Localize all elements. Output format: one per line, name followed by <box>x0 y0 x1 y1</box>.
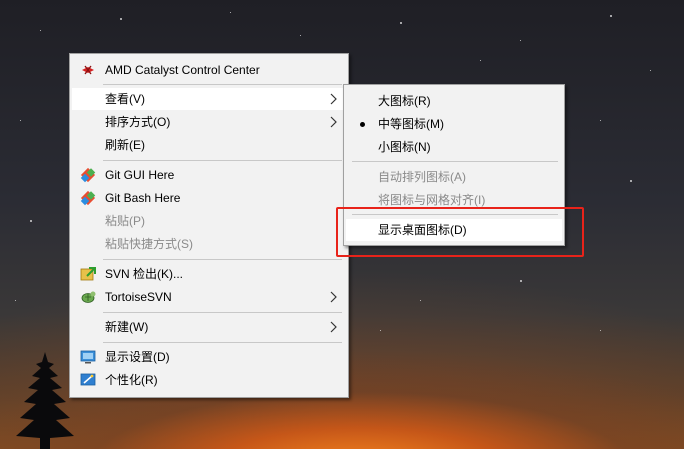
submenu-item-small-icons[interactable]: 小图标(N) <box>346 136 562 158</box>
radio-bullet-icon <box>360 122 365 127</box>
chevron-right-icon <box>330 291 337 303</box>
menu-item-view[interactable]: 查看(V) <box>72 88 346 110</box>
desktop-context-menu: AMD Catalyst Control Center 查看(V) 排序方式(O… <box>69 53 349 398</box>
menu-separator <box>103 312 342 313</box>
menu-separator <box>103 84 342 85</box>
annotation-highlight-box <box>336 207 584 257</box>
menu-item-label: 大图标(R) <box>378 94 431 108</box>
menu-item-paste: 粘贴(P) <box>72 210 346 232</box>
menu-item-display-settings[interactable]: 显示设置(D) <box>72 346 346 368</box>
menu-item-refresh[interactable]: 刷新(E) <box>72 134 346 156</box>
menu-item-label: Git GUI Here <box>105 168 175 182</box>
menu-item-git-bash[interactable]: Git Bash Here <box>72 187 346 209</box>
menu-item-personalize[interactable]: 个性化(R) <box>72 369 346 391</box>
menu-item-label: AMD Catalyst Control Center <box>105 63 260 77</box>
chevron-right-icon <box>330 93 337 105</box>
menu-item-git-gui[interactable]: Git GUI Here <box>72 164 346 186</box>
menu-item-label: 查看(V) <box>105 92 145 106</box>
menu-item-label: 自动排列图标(A) <box>378 170 466 184</box>
personalize-icon <box>80 372 96 388</box>
menu-item-new[interactable]: 新建(W) <box>72 316 346 338</box>
amd-icon <box>80 62 96 78</box>
menu-item-label: 新建(W) <box>105 320 149 334</box>
menu-item-paste-shortcut: 粘贴快捷方式(S) <box>72 233 346 255</box>
menu-item-label: 中等图标(M) <box>378 117 444 131</box>
menu-separator <box>352 161 558 162</box>
menu-item-label: 粘贴(P) <box>105 214 145 228</box>
submenu-item-auto-arrange: 自动排列图标(A) <box>346 166 562 188</box>
menu-item-label: 个性化(R) <box>105 373 158 387</box>
chevron-right-icon <box>330 321 337 333</box>
menu-item-amd-catalyst[interactable]: AMD Catalyst Control Center <box>72 59 346 81</box>
menu-item-tortoisesvn[interactable]: TortoiseSVN <box>72 286 346 308</box>
svn-checkout-icon <box>80 266 96 282</box>
menu-item-label: 显示设置(D) <box>105 350 170 364</box>
menu-item-label: TortoiseSVN <box>105 290 172 304</box>
menu-item-svn-checkout[interactable]: SVN 检出(K)... <box>72 263 346 285</box>
git-icon <box>80 167 96 183</box>
menu-item-label: 刷新(E) <box>105 138 145 152</box>
menu-separator <box>103 160 342 161</box>
menu-item-sort-by[interactable]: 排序方式(O) <box>72 111 346 133</box>
display-icon <box>80 349 96 365</box>
menu-separator <box>103 259 342 260</box>
menu-separator <box>103 342 342 343</box>
tortoisesvn-icon <box>80 289 96 305</box>
submenu-item-large-icons[interactable]: 大图标(R) <box>346 90 562 112</box>
git-icon <box>80 190 96 206</box>
menu-item-label: 排序方式(O) <box>105 115 171 129</box>
menu-item-label: 小图标(N) <box>378 140 431 154</box>
menu-item-label: Git Bash Here <box>105 191 181 205</box>
menu-item-label: 将图标与网格对齐(I) <box>378 193 486 207</box>
menu-item-label: SVN 检出(K)... <box>105 267 184 281</box>
submenu-item-medium-icons[interactable]: 中等图标(M) <box>346 113 562 135</box>
chevron-right-icon <box>330 116 337 128</box>
menu-item-label: 粘贴快捷方式(S) <box>105 237 193 251</box>
